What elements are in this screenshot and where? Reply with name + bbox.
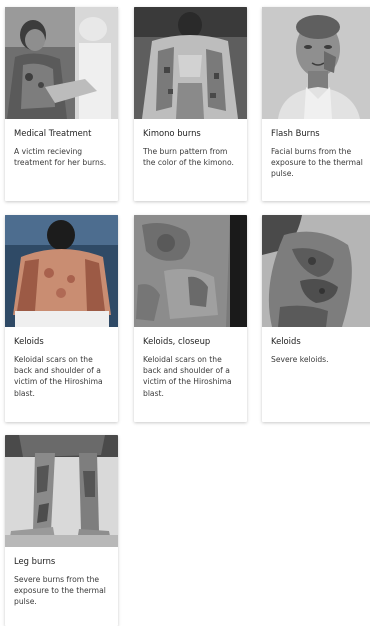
card-title[interactable]: Medical Treatment: [14, 128, 109, 139]
photo-keloids-neck-image: [262, 215, 370, 327]
card-description: Keloidal scars on the back and shoulder …: [14, 355, 103, 398]
card-caption: Medical Treatment A victim recieving tre…: [5, 119, 118, 176]
card-caption: Keloids, closeup Keloidal scars on the b…: [134, 327, 247, 407]
gallery-card-flash-burns[interactable]: Flash Burns Facial burns from the exposu…: [262, 7, 370, 201]
gallery-card-medical-treatment[interactable]: Medical Treatment A victim recieving tre…: [5, 7, 118, 201]
photo-kimono-burns-image: [134, 7, 247, 119]
card-title[interactable]: Keloids: [14, 336, 109, 347]
photo-flash-burns-image: [262, 7, 370, 119]
photo-leg-burns[interactable]: [5, 435, 118, 547]
photo-keloids-closeup[interactable]: [134, 215, 247, 327]
card-caption: Keloids Severe keloids.: [262, 327, 370, 373]
photo-kimono-burns[interactable]: [134, 7, 247, 119]
card-title[interactable]: Keloids: [271, 336, 366, 347]
card-title[interactable]: Keloids, closeup: [143, 336, 238, 347]
photo-keloids-neck[interactable]: [262, 215, 370, 327]
gallery-card-leg-burns[interactable]: Leg burns Severe burns from the exposure…: [5, 435, 118, 626]
card-description: Keloidal scars on the back and shoulder …: [143, 355, 232, 398]
card-title[interactable]: Leg burns: [14, 556, 109, 567]
photo-flash-burns[interactable]: [262, 7, 370, 119]
gallery-card-kimono-burns[interactable]: Kimono burns The burn pattern from the c…: [134, 7, 247, 201]
photo-keloids-back[interactable]: [5, 215, 118, 327]
photo-keloids-back-image: [5, 215, 118, 327]
card-caption: Keloids Keloidal scars on the back and s…: [5, 327, 118, 407]
photo-leg-burns-image: [5, 435, 118, 547]
card-caption: Leg burns Severe burns from the exposure…: [5, 547, 118, 616]
photo-keloids-closeup-image: [134, 215, 247, 327]
gallery-card-keloids-neck[interactable]: Keloids Severe keloids.: [262, 215, 370, 422]
gallery-card-keloids-back[interactable]: Keloids Keloidal scars on the back and s…: [5, 215, 118, 422]
card-title[interactable]: Flash Burns: [271, 128, 366, 139]
gallery-card-keloids-closeup[interactable]: Keloids, closeup Keloidal scars on the b…: [134, 215, 247, 422]
card-description: A victim recieving treatment for her bur…: [14, 147, 107, 168]
card-title[interactable]: Kimono burns: [143, 128, 238, 139]
card-description: The burn pattern from the color of the k…: [143, 147, 234, 168]
photo-medical-treatment[interactable]: [5, 7, 118, 119]
photo-medical-treatment-image: [5, 7, 118, 119]
card-description: Severe keloids.: [271, 355, 329, 364]
card-caption: Flash Burns Facial burns from the exposu…: [262, 119, 370, 188]
card-description: Severe burns from the exposure to the th…: [14, 575, 106, 607]
card-caption: Kimono burns The burn pattern from the c…: [134, 119, 247, 176]
photo-gallery: Medical Treatment A victim recieving tre…: [0, 0, 370, 626]
card-description: Facial burns from the exposure to the th…: [271, 147, 363, 179]
